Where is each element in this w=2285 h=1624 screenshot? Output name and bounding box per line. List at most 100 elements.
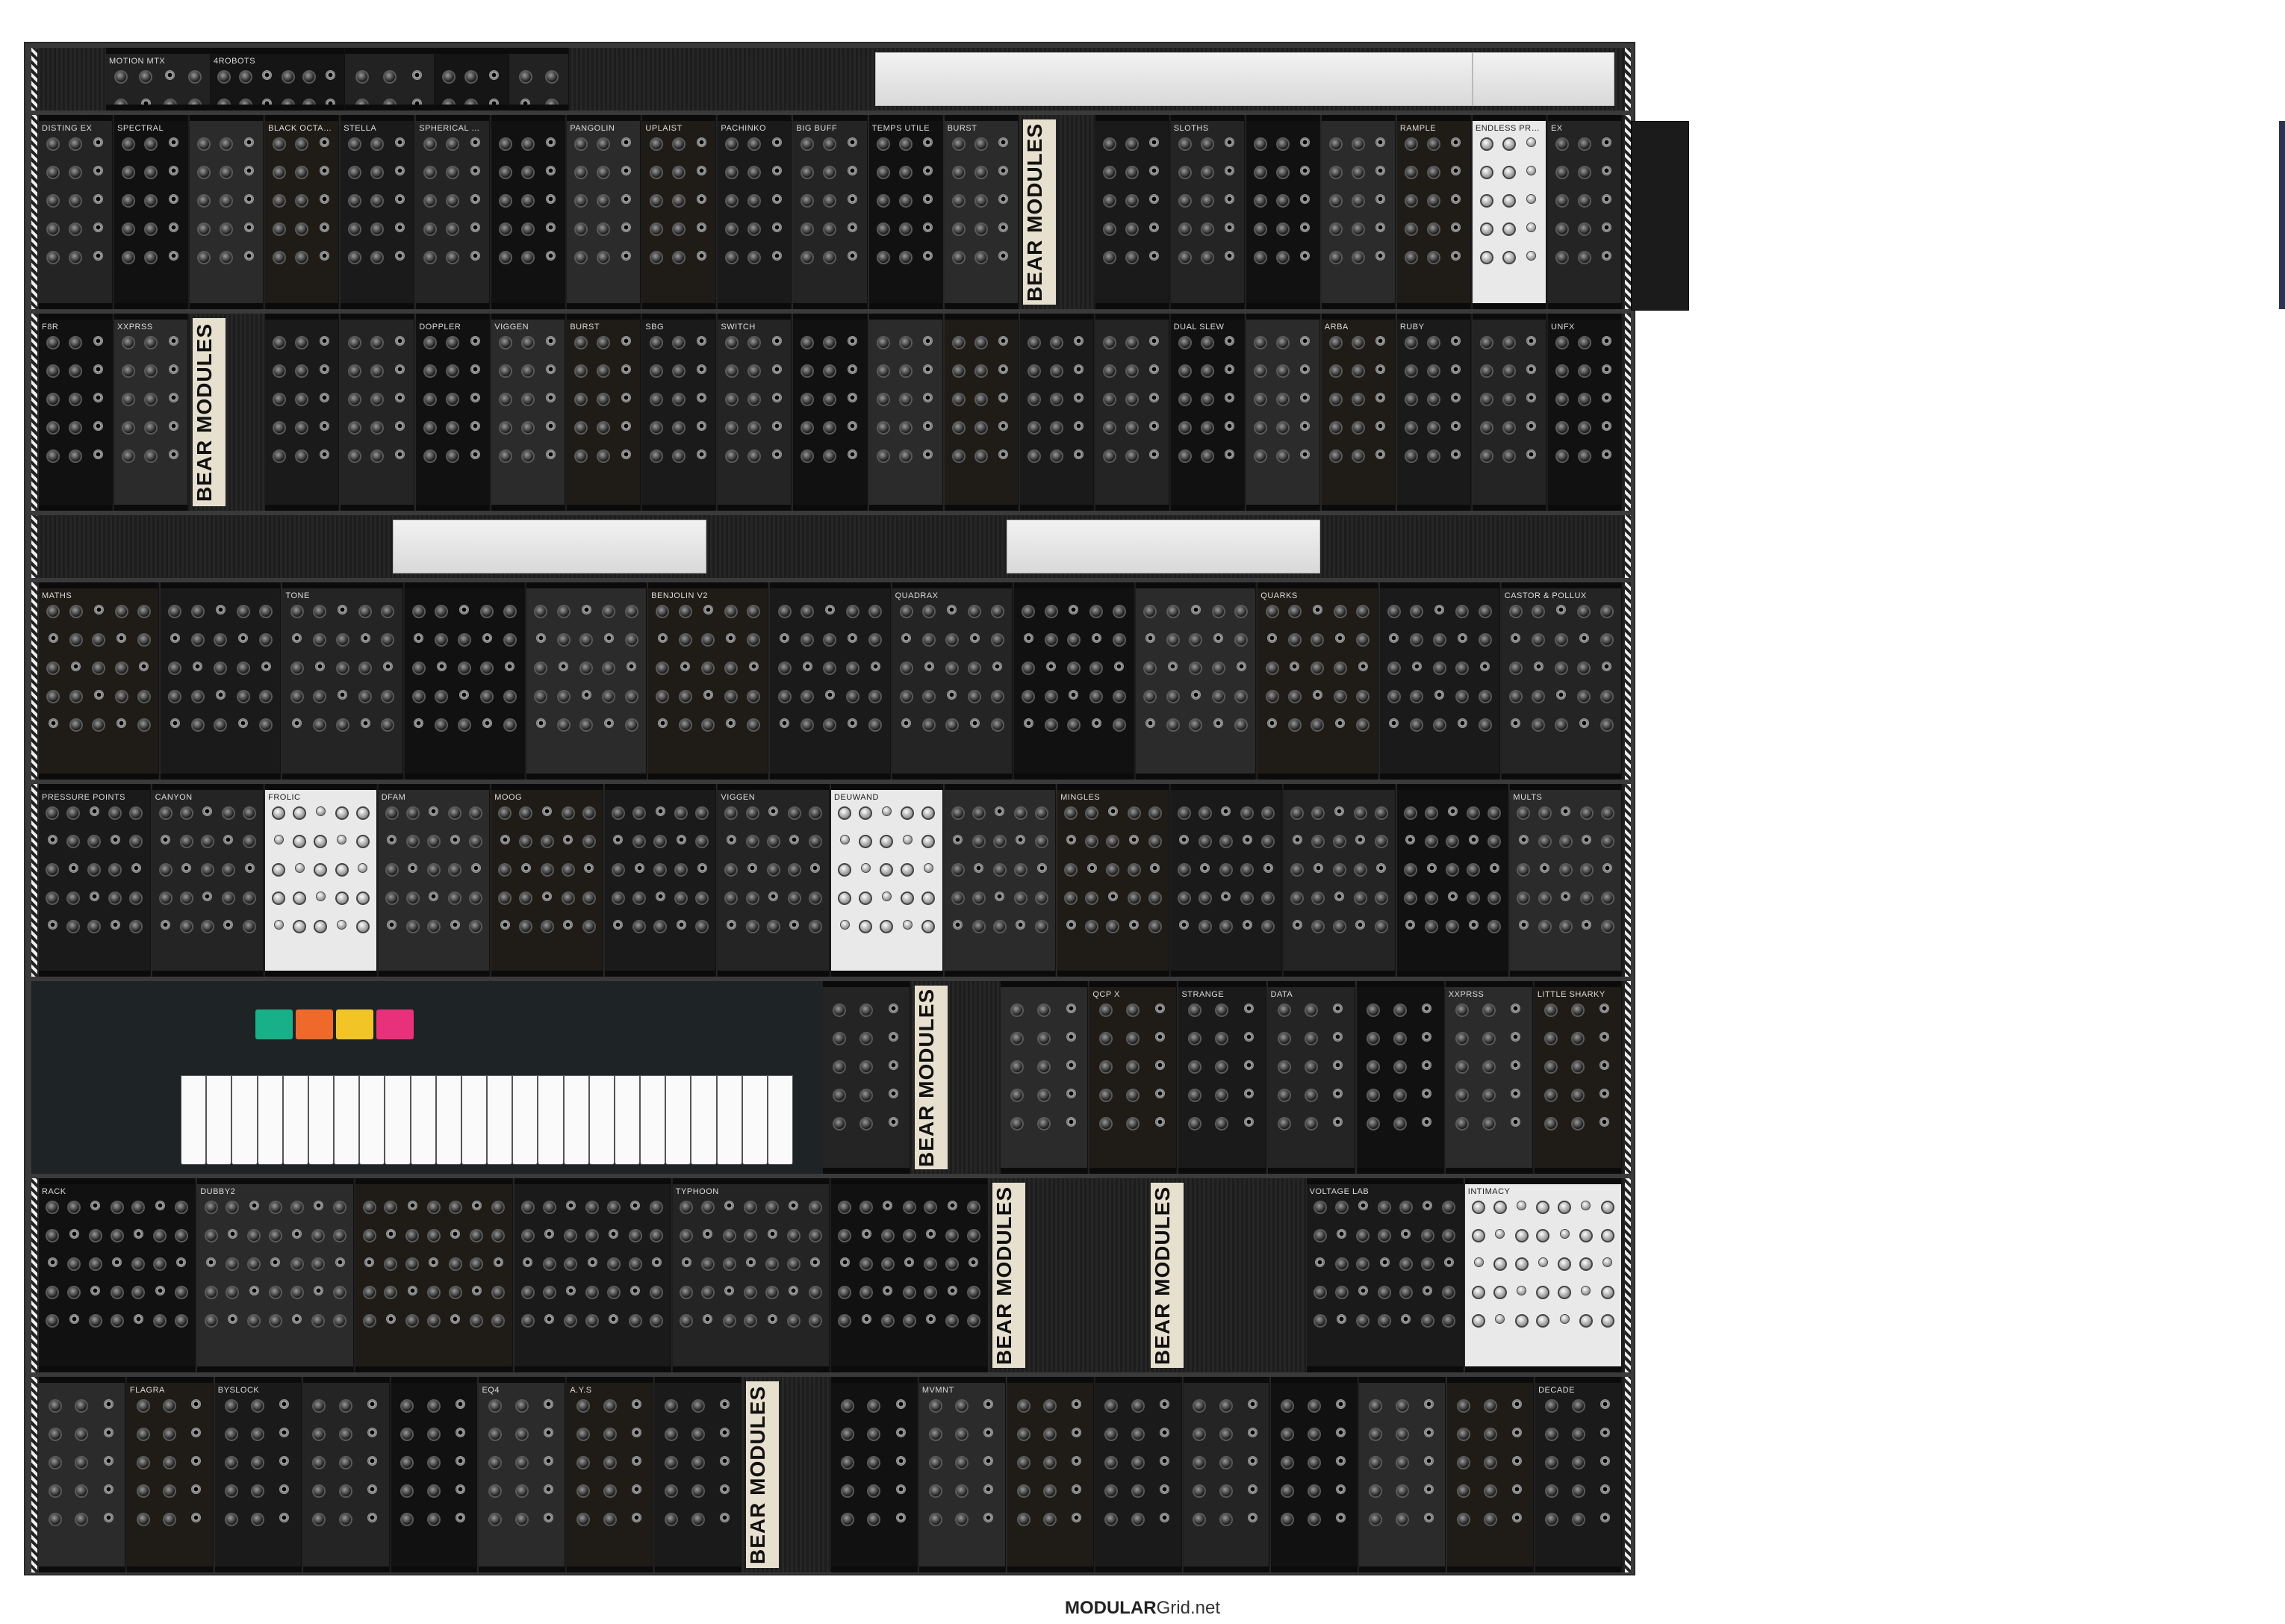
module[interactable]: TYPHOON bbox=[672, 1178, 830, 1372]
knob[interactable] bbox=[1215, 1004, 1229, 1017]
patch-jack[interactable] bbox=[1066, 835, 1076, 844]
knob[interactable] bbox=[423, 194, 438, 208]
knob[interactable] bbox=[1131, 1428, 1145, 1441]
knob[interactable] bbox=[220, 194, 234, 208]
patch-jack[interactable] bbox=[47, 1257, 57, 1267]
knob[interactable] bbox=[650, 364, 664, 378]
keystep-keyboard[interactable] bbox=[31, 981, 823, 1174]
patch-jack[interactable] bbox=[1312, 605, 1322, 615]
knob[interactable] bbox=[928, 1484, 942, 1498]
knob[interactable] bbox=[765, 1201, 780, 1214]
knob[interactable] bbox=[576, 1513, 591, 1526]
step-pad[interactable] bbox=[336, 1009, 373, 1039]
knob[interactable] bbox=[845, 690, 859, 703]
knob[interactable] bbox=[1307, 1399, 1321, 1413]
knob[interactable] bbox=[129, 920, 143, 933]
knob[interactable] bbox=[381, 718, 395, 732]
knob[interactable] bbox=[1577, 662, 1591, 675]
knob[interactable] bbox=[295, 223, 309, 236]
patch-jack[interactable] bbox=[657, 633, 668, 643]
patch-jack[interactable] bbox=[1179, 835, 1190, 844]
knob[interactable] bbox=[1027, 364, 1041, 378]
knob[interactable] bbox=[137, 718, 151, 732]
knob[interactable] bbox=[1353, 806, 1367, 820]
knob[interactable] bbox=[1102, 336, 1116, 349]
module[interactable]: MVMNT bbox=[918, 1377, 1006, 1572]
knob[interactable] bbox=[1426, 166, 1440, 179]
knob[interactable] bbox=[370, 223, 385, 236]
patch-jack[interactable] bbox=[1375, 166, 1386, 175]
knob[interactable] bbox=[1502, 364, 1516, 378]
knob[interactable] bbox=[747, 194, 762, 208]
patch-jack[interactable] bbox=[1225, 336, 1235, 346]
patch-jack[interactable] bbox=[1579, 633, 1589, 643]
knob[interactable] bbox=[579, 662, 594, 675]
knob[interactable] bbox=[122, 364, 136, 378]
knob[interactable] bbox=[1027, 393, 1041, 406]
patch-jack[interactable] bbox=[1242, 920, 1252, 930]
patch-jack[interactable] bbox=[1221, 806, 1231, 816]
patch-jack[interactable] bbox=[888, 1117, 898, 1127]
knob[interactable] bbox=[75, 1513, 89, 1526]
knob[interactable] bbox=[1426, 251, 1440, 264]
knob[interactable] bbox=[1455, 1004, 1469, 1017]
knob[interactable] bbox=[656, 605, 670, 618]
patch-jack[interactable] bbox=[1160, 1484, 1170, 1494]
knob[interactable] bbox=[597, 251, 611, 264]
patch-jack[interactable] bbox=[655, 806, 665, 816]
knob[interactable] bbox=[423, 166, 438, 179]
knob[interactable] bbox=[381, 605, 395, 618]
knob[interactable] bbox=[1261, 835, 1275, 848]
knob[interactable] bbox=[833, 1060, 847, 1074]
patch-jack[interactable] bbox=[1602, 662, 1612, 671]
knob[interactable] bbox=[1333, 662, 1347, 675]
patch-jack[interactable] bbox=[703, 1229, 713, 1239]
module[interactable]: SWITCH bbox=[718, 314, 792, 511]
patch-jack[interactable] bbox=[1600, 1513, 1610, 1522]
module[interactable] bbox=[793, 314, 868, 511]
knob[interactable] bbox=[1420, 1257, 1434, 1271]
patch-jack[interactable] bbox=[1149, 223, 1160, 232]
piano-key[interactable] bbox=[410, 1075, 436, 1165]
patch-jack[interactable] bbox=[1358, 1201, 1368, 1210]
knob[interactable] bbox=[131, 1286, 146, 1299]
piano-key[interactable] bbox=[691, 1075, 717, 1165]
knob[interactable] bbox=[46, 690, 60, 703]
knob[interactable] bbox=[1517, 863, 1531, 877]
knob[interactable] bbox=[272, 892, 286, 905]
knob[interactable] bbox=[971, 892, 986, 905]
knob[interactable] bbox=[556, 633, 571, 647]
patch-jack[interactable] bbox=[168, 137, 178, 147]
knob[interactable] bbox=[426, 920, 441, 933]
patch-jack[interactable] bbox=[470, 336, 480, 346]
patch-jack[interactable] bbox=[314, 662, 325, 671]
patch-jack[interactable] bbox=[992, 662, 1003, 671]
knob[interactable] bbox=[1178, 364, 1192, 378]
module[interactable]: XXPRSS bbox=[1445, 981, 1533, 1174]
knob[interactable] bbox=[1215, 1117, 1229, 1130]
knob[interactable] bbox=[921, 835, 936, 848]
knob[interactable] bbox=[1240, 806, 1255, 820]
knob[interactable] bbox=[290, 690, 304, 703]
patch-jack[interactable] bbox=[429, 892, 439, 901]
patch-jack[interactable] bbox=[1468, 920, 1479, 930]
knob[interactable] bbox=[122, 194, 136, 208]
knob[interactable] bbox=[556, 605, 571, 618]
knob[interactable] bbox=[1479, 393, 1493, 406]
knob[interactable] bbox=[745, 920, 759, 933]
knob[interactable] bbox=[179, 806, 193, 820]
knob[interactable] bbox=[968, 690, 982, 703]
knob[interactable] bbox=[348, 421, 362, 435]
knob[interactable] bbox=[725, 364, 739, 378]
knob[interactable] bbox=[585, 1201, 600, 1214]
knob[interactable] bbox=[602, 605, 616, 618]
knob[interactable] bbox=[1467, 892, 1481, 905]
knob[interactable] bbox=[273, 449, 287, 463]
knob[interactable] bbox=[672, 364, 686, 378]
knob[interactable] bbox=[800, 718, 815, 732]
knob[interactable] bbox=[597, 336, 611, 349]
knob[interactable] bbox=[1253, 336, 1267, 349]
patch-jack[interactable] bbox=[1511, 1032, 1521, 1042]
knob[interactable] bbox=[945, 662, 959, 675]
patch-jack[interactable] bbox=[249, 1286, 259, 1295]
